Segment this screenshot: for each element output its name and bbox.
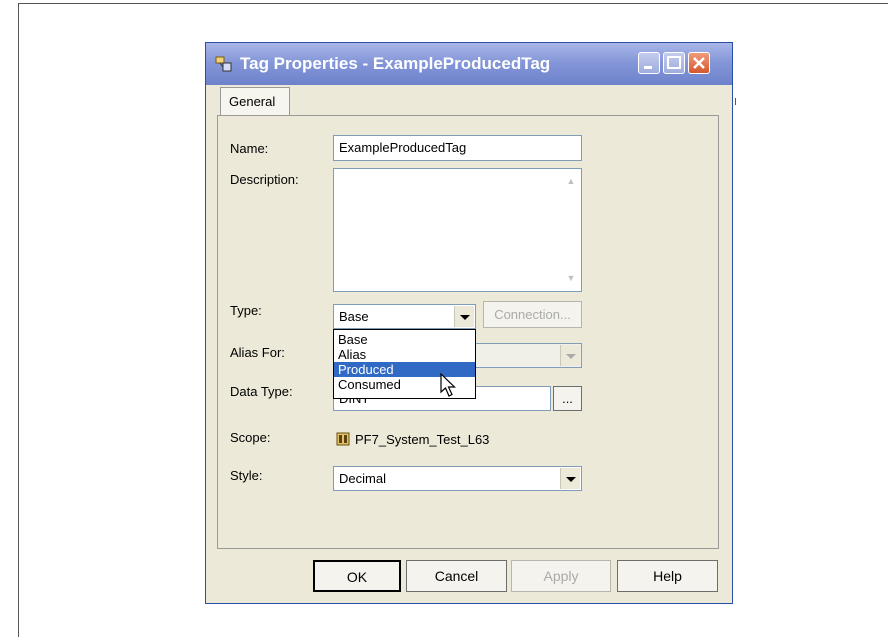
type-select-value: Base (339, 309, 369, 324)
ok-button[interactable]: OK (313, 560, 401, 592)
mouse-cursor-icon (440, 373, 456, 397)
apply-button[interactable]: Apply (511, 560, 611, 592)
name-label: Name: (230, 141, 269, 156)
maximize-icon (667, 56, 681, 69)
style-chevron-down-icon[interactable] (560, 468, 580, 489)
controller-icon (336, 432, 350, 446)
style-select[interactable]: Decimal (333, 466, 582, 491)
minimize-icon (644, 66, 652, 69)
close-button[interactable] (688, 52, 710, 74)
frame-tick (735, 98, 736, 105)
frame-left-line (18, 3, 19, 637)
style-label: Style: (230, 468, 263, 483)
description-textarea[interactable] (333, 168, 582, 292)
maximize-button[interactable] (663, 52, 685, 74)
window-title: Tag Properties - ExampleProducedTag (240, 54, 551, 73)
scroll-up-icon: ▲ (566, 176, 576, 186)
close-icon (693, 57, 705, 69)
scroll-down-icon: ▼ (566, 273, 576, 283)
type-select[interactable]: Base (333, 304, 476, 329)
alias-for-label: Alias For: (230, 345, 285, 360)
dropdown-option-base[interactable]: Base (334, 332, 475, 347)
connection-button[interactable]: Connection... (483, 301, 582, 328)
scope-value: PF7_System_Test_L63 (355, 432, 490, 447)
name-input[interactable]: ExampleProducedTag (333, 135, 582, 161)
title-bar[interactable]: Tag Properties - ExampleProducedTag (206, 43, 732, 85)
tag-app-icon (215, 56, 232, 72)
style-select-value: Decimal (339, 471, 386, 486)
alias-chevron-down-icon[interactable] (560, 345, 580, 366)
type-label: Type: (230, 303, 262, 318)
scope-label: Scope: (230, 430, 271, 445)
data-type-label: Data Type: (230, 384, 293, 399)
minimize-button[interactable] (638, 52, 660, 74)
type-chevron-down-icon[interactable] (454, 306, 474, 327)
help-button[interactable]: Help (617, 560, 718, 592)
data-type-browse-button[interactable]: ... (553, 386, 582, 411)
cancel-button[interactable]: Cancel (406, 560, 507, 592)
dropdown-option-alias[interactable]: Alias (334, 347, 475, 362)
frame-top-line (18, 3, 888, 4)
tab-general[interactable]: General (220, 87, 290, 115)
description-label: Description: (230, 172, 299, 187)
